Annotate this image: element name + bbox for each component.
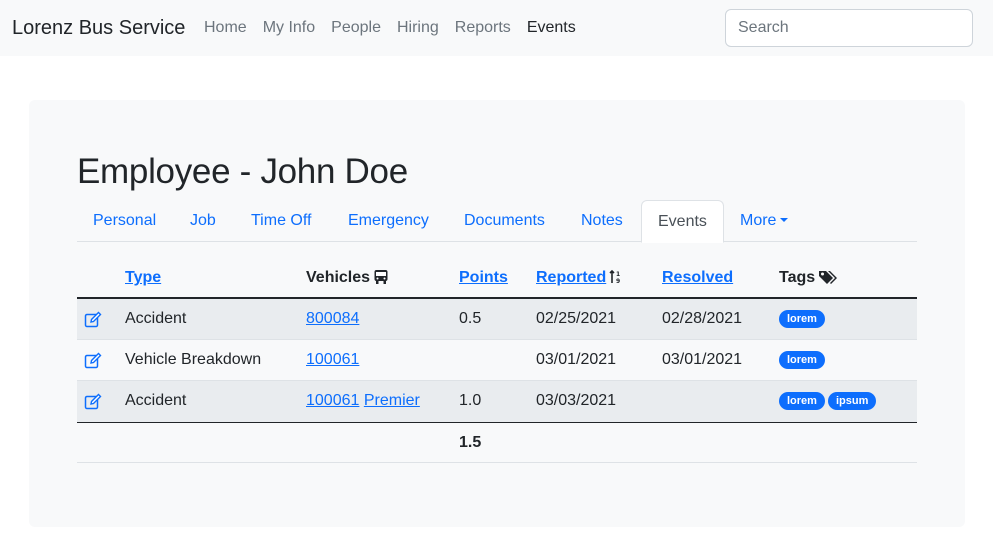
cell-vehicles: 800084 xyxy=(306,309,359,329)
tab-more[interactable]: More xyxy=(740,200,789,242)
nav-people[interactable]: People xyxy=(323,18,389,38)
header-points[interactable]: Points xyxy=(459,268,508,288)
header-reported[interactable]: Reported 1 9 xyxy=(536,268,623,288)
nav-links: Home My Info People Hiring Reports Event… xyxy=(196,18,584,38)
tab-notes[interactable]: Notes xyxy=(581,200,623,242)
navbar: Lorenz Bus Service Home My Info People H… xyxy=(0,0,993,56)
vehicle-link[interactable]: 100061 xyxy=(306,392,359,409)
tag-badge[interactable]: lorem xyxy=(779,350,825,369)
cell-points: 0.5 xyxy=(459,310,482,327)
tab-events[interactable]: Events xyxy=(641,200,724,243)
page-title: Employee - John Doe xyxy=(77,152,408,191)
tab-personal[interactable]: Personal xyxy=(93,200,156,242)
cell-reported: 03/03/2021 xyxy=(536,392,617,409)
caret-down-icon xyxy=(780,218,789,222)
total-points: 1.5 xyxy=(459,434,482,451)
cell-points: 1.0 xyxy=(459,392,482,409)
nav-hiring[interactable]: Hiring xyxy=(389,18,447,38)
tab-job[interactable]: Job xyxy=(190,200,216,242)
tag-badge[interactable]: lorem xyxy=(779,391,825,410)
header-tags-label: Tags xyxy=(779,269,816,286)
cell-tags: lorem xyxy=(779,309,828,329)
edit-icon[interactable] xyxy=(84,311,102,329)
svg-text:1: 1 xyxy=(616,271,620,278)
table-row: Accident 100061 Premier 1.0 03/03/2021 l… xyxy=(77,381,917,422)
edit-icon[interactable] xyxy=(84,352,102,370)
search-input[interactable] xyxy=(725,9,973,47)
nav-my-info[interactable]: My Info xyxy=(255,18,323,38)
sort-type-link[interactable]: Type xyxy=(125,269,161,286)
vehicle-link[interactable]: 800084 xyxy=(306,310,359,327)
tab-time-off[interactable]: Time Off xyxy=(251,200,311,242)
header-vehicles: Vehicles xyxy=(306,268,389,288)
events-table: Type Vehicles Points Reported 1 9 Resolved… xyxy=(77,258,917,463)
cell-type: Accident xyxy=(125,392,187,409)
totals-row: 1.5 xyxy=(77,422,917,463)
sort-points-link[interactable]: Points xyxy=(459,269,508,286)
edit-icon[interactable] xyxy=(84,393,102,411)
tab-emergency[interactable]: Emergency xyxy=(348,200,429,242)
sort-resolved-link[interactable]: Resolved xyxy=(662,269,733,286)
header-vehicles-label: Vehicles xyxy=(306,269,371,286)
cell-tags: lorem xyxy=(779,350,828,370)
tag-badge[interactable]: lorem xyxy=(779,309,825,328)
tag-badge[interactable]: ipsum xyxy=(827,391,877,410)
sort-reported-link[interactable]: Reported xyxy=(536,269,606,286)
cell-reported: 02/25/2021 xyxy=(536,310,617,327)
cell-resolved: 03/01/2021 xyxy=(662,351,743,368)
tab-documents[interactable]: Documents xyxy=(464,200,545,242)
nav-home[interactable]: Home xyxy=(196,18,255,38)
nav-events[interactable]: Events xyxy=(519,18,584,38)
svg-text:9: 9 xyxy=(616,278,620,285)
brand[interactable]: Lorenz Bus Service xyxy=(12,16,185,40)
bus-icon xyxy=(374,270,388,284)
cell-tags: lorem ipsum xyxy=(779,391,879,411)
vehicle-link[interactable]: Premier xyxy=(364,392,420,409)
cell-reported: 03/01/2021 xyxy=(536,351,617,368)
tags-icon xyxy=(819,271,838,284)
vehicle-link[interactable]: 100061 xyxy=(306,351,359,368)
nav-reports[interactable]: Reports xyxy=(447,18,519,38)
cell-type: Vehicle Breakdown xyxy=(125,351,262,368)
tab-bar: Personal Job Time Off Emergency Document… xyxy=(77,200,917,243)
cell-vehicles: 100061 Premier xyxy=(306,391,420,411)
table-row: Vehicle Breakdown 100061 03/01/2021 03/0… xyxy=(77,340,917,381)
tab-more-label: More xyxy=(740,212,777,229)
employee-card: Employee - John Doe Personal Job Time Of… xyxy=(29,100,965,527)
table-header: Type Vehicles Points Reported 1 9 Resolved… xyxy=(77,258,917,299)
cell-type: Accident xyxy=(125,310,187,327)
header-resolved[interactable]: Resolved xyxy=(662,268,733,288)
header-tags: Tags xyxy=(779,268,838,288)
sort-icon: 19 xyxy=(609,269,620,285)
cell-vehicles: 100061 xyxy=(306,350,359,370)
cell-resolved: 02/28/2021 xyxy=(662,310,743,327)
table-row: Accident 800084 0.5 02/25/2021 02/28/202… xyxy=(77,299,917,340)
header-type[interactable]: Type xyxy=(125,268,161,288)
